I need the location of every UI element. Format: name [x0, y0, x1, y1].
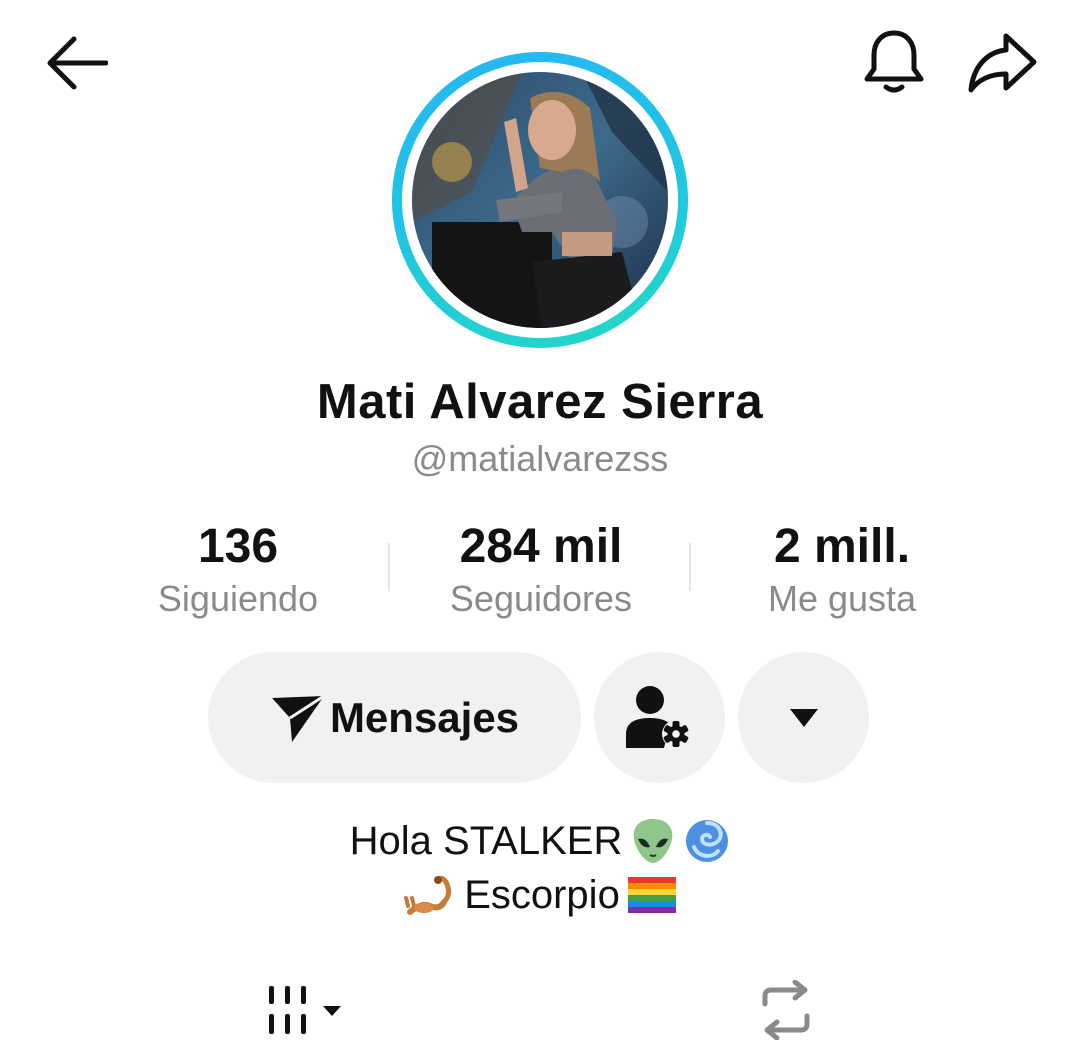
- avatar: [412, 72, 668, 328]
- likes-label: Me gusta: [767, 577, 917, 619]
- following-stat[interactable]: 136 Siguiendo: [88, 518, 388, 621]
- followers-stat[interactable]: 284 mil Seguidores: [391, 518, 691, 621]
- bio-line-2: Escorpio: [0, 868, 1080, 922]
- stat-divider: [689, 543, 691, 591]
- person-gear-icon: [625, 685, 690, 748]
- chevron-down-icon: [323, 1006, 341, 1016]
- followers-count: 284 mil: [459, 520, 623, 573]
- following-count: 136: [197, 520, 279, 573]
- avatar-story-ring[interactable]: [392, 52, 688, 348]
- scorpion-emoji: [404, 875, 452, 915]
- messages-label: Mensajes: [329, 693, 520, 741]
- tab-reposts[interactable]: [748, 978, 824, 1042]
- stat-divider: [388, 543, 390, 591]
- likes-stat[interactable]: 2 mill. Me gusta: [692, 518, 992, 621]
- display-name: Mati Alvarez Sierra: [316, 375, 764, 429]
- bio-line-1: Hola STALKER: [0, 814, 1080, 868]
- likes-count: 2 mill.: [773, 520, 911, 573]
- bio: Hola STALKER Escorpio: [0, 814, 1080, 922]
- repost-icon: [762, 980, 810, 1040]
- triangle-down-icon: [789, 708, 818, 727]
- share-button[interactable]: [960, 24, 1044, 100]
- share-arrow-icon: [968, 33, 1037, 93]
- send-icon: [271, 694, 325, 742]
- rainbow-flag-emoji: [627, 877, 676, 913]
- messages-button[interactable]: Mensajes: [208, 652, 581, 783]
- friend-settings-button[interactable]: [594, 652, 725, 783]
- following-label: Siguiendo: [157, 577, 319, 619]
- bell-icon: [864, 30, 924, 93]
- notifications-button[interactable]: [856, 24, 932, 100]
- back-button[interactable]: [28, 26, 118, 96]
- avatar-photo: [412, 72, 668, 328]
- more-options-button[interactable]: [738, 652, 869, 783]
- alien-emoji: [633, 819, 673, 863]
- cyclone-emoji: [686, 820, 729, 862]
- followers-label: Seguidores: [449, 577, 633, 619]
- bio-text-1: Hola STALKER: [349, 819, 623, 863]
- tab-videos[interactable]: [256, 978, 356, 1042]
- bio-text-2: Escorpio: [464, 873, 620, 917]
- username: @matialvarezss: [411, 438, 669, 479]
- avatar-frame: [402, 62, 678, 338]
- arrow-left-icon: [47, 36, 108, 90]
- video-grid-icon: [269, 986, 341, 1034]
